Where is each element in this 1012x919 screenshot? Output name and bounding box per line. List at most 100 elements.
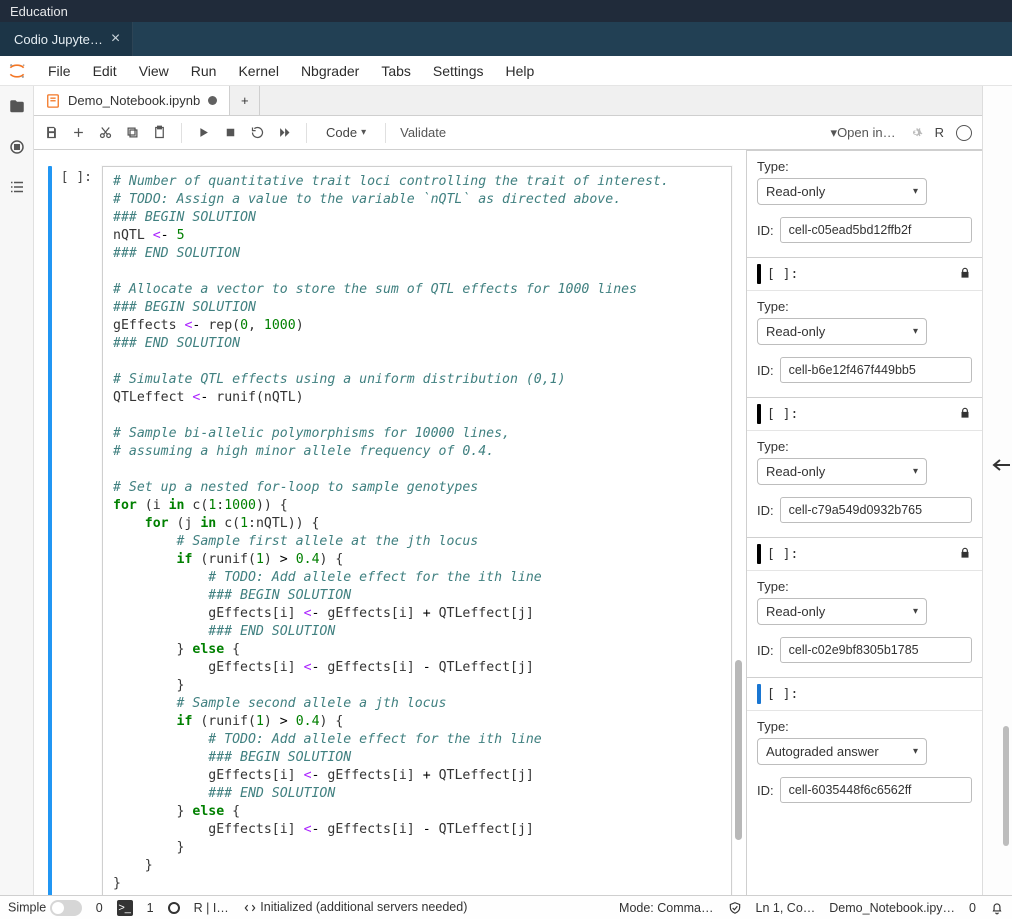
copy-cell-button[interactable] <box>125 125 140 140</box>
nbgrader-card-header[interactable]: [ ]: <box>747 398 982 431</box>
id-label: ID: <box>757 503 774 518</box>
paste-cell-button[interactable] <box>152 125 167 140</box>
id-label: ID: <box>757 643 774 658</box>
cell-editor[interactable]: # Number of quantitative trait loci cont… <box>102 166 732 895</box>
id-label: ID: <box>757 363 774 378</box>
cell-type-value: Code <box>326 125 357 140</box>
nbgrader-card-header[interactable]: [ ]: <box>747 258 982 291</box>
nbgrader-cell-card[interactable]: [ ]: Type: Read-only ▾ ID: cell-b6e12f467f449… <box>747 257 982 397</box>
restart-run-all-button[interactable] <box>277 125 292 140</box>
kernel-status-icon[interactable] <box>956 125 972 141</box>
close-icon[interactable]: × <box>111 31 120 47</box>
type-label: Type: <box>757 299 972 314</box>
jupyter-logo-icon <box>4 58 30 84</box>
main-menu: FileEditViewRunKernelNbgraderTabsSetting… <box>0 56 1012 86</box>
card-prompt: [ ]: <box>767 547 798 562</box>
nbgrader-cell-card[interactable]: Type:Read-only▾ID:cell-c05ead5bd12ffb2f <box>747 150 982 257</box>
card-prompt: [ ]: <box>767 267 798 282</box>
menu-settings[interactable]: Settings <box>423 59 494 83</box>
caret-down-icon: ▾ <box>913 326 918 337</box>
lock-icon <box>958 266 972 283</box>
validate-button[interactable]: Validate <box>400 125 446 140</box>
menu-kernel[interactable]: Kernel <box>228 59 288 83</box>
cell-type-value: Read-only <box>766 324 825 339</box>
status-right-count: 0 <box>969 901 976 915</box>
menu-nbgrader[interactable]: Nbgrader <box>291 59 369 83</box>
app-title: Education <box>10 4 68 19</box>
cell-type-value: Autograded answer <box>766 744 879 759</box>
new-launcher-button[interactable]: + <box>230 86 260 115</box>
menu-view[interactable]: View <box>129 59 179 83</box>
cell-id-field[interactable]: cell-6035448f6c6562ff <box>780 777 972 803</box>
status-filename[interactable]: Demo_Notebook.ipy… <box>829 901 955 915</box>
cell-id-field[interactable]: cell-c02e9bf8305b1785 <box>780 637 972 663</box>
status-left-count: 0 <box>96 901 103 915</box>
run-cell-button[interactable] <box>196 125 211 140</box>
menu-run[interactable]: Run <box>181 59 227 83</box>
cell-id-field[interactable]: cell-b6e12f467f449bb5 <box>780 357 972 383</box>
tab-notebook[interactable]: Demo_Notebook.ipynb <box>34 86 230 115</box>
cell-id-field[interactable]: cell-c79a549d0932b765 <box>780 497 972 523</box>
cell-type-select[interactable]: Autograded answer ▾ <box>757 738 927 765</box>
expand-handle-icon[interactable] <box>986 458 1012 472</box>
insert-cell-button[interactable] <box>71 125 86 140</box>
nbgrader-card-header[interactable]: [ ]: <box>747 538 982 571</box>
cut-cell-button[interactable] <box>98 125 113 140</box>
cell-prompt: [ ]: <box>56 166 98 895</box>
terminal-icon[interactable]: >_ <box>117 900 133 916</box>
caret-down-icon: ▾ <box>913 186 918 197</box>
toc-icon[interactable] <box>8 178 26 196</box>
cell-type-select[interactable]: Read-only ▾ <box>757 318 927 345</box>
editor-mode[interactable]: Mode: Comma… <box>619 901 713 915</box>
caret-down-icon: ▾ <box>913 606 918 617</box>
nbgrader-panel: Type: Read-only ▾ ID: cell-c05ead5bd12ffb2f [… <box>746 150 982 895</box>
codio-tab[interactable]: Codio Jupyte… × <box>0 22 133 56</box>
menu-file[interactable]: File <box>38 59 81 83</box>
menu-tabs[interactable]: Tabs <box>371 59 421 83</box>
cell-selection-indicator <box>48 166 52 895</box>
type-label: Type: <box>757 439 972 454</box>
cell-type-value: Read-only <box>766 464 825 479</box>
cursor-position[interactable]: Ln 1, Co… <box>756 901 816 915</box>
simple-mode-toggle[interactable]: Simple <box>8 900 82 916</box>
gear-icon[interactable] <box>908 125 923 140</box>
cell-type-select[interactable]: Read-only▾ <box>757 178 927 205</box>
interrupt-kernel-button[interactable] <box>223 125 238 140</box>
app-titlebar: Education <box>0 0 1012 22</box>
open-in-menu[interactable]: ▾ Open in… <box>831 125 896 141</box>
notebook-toolbar: Code ▾ Validate ▾ Open in… R <box>34 116 982 150</box>
lsp-status[interactable]: Initialized (additional servers needed) <box>243 900 468 915</box>
code-cell[interactable]: [ ]: # Number of quantitative trait loci… <box>48 166 732 895</box>
cell-type-select[interactable]: Code ▾ <box>321 122 371 143</box>
right-scrollbar[interactable] <box>1003 726 1009 846</box>
notebook-area[interactable]: [ ]: # Number of quantitative trait loci… <box>34 150 746 895</box>
kernel-busy-icon <box>168 902 180 914</box>
nbgrader-cell-card[interactable]: [ ]:Type:Autograded answer▾ID:cell-60354… <box>747 677 982 817</box>
type-label: Type: <box>757 159 972 174</box>
save-button[interactable] <box>44 125 59 140</box>
codio-tab-row: Codio Jupyte… × <box>0 22 1012 56</box>
switch-icon[interactable] <box>50 900 82 916</box>
kernel-name[interactable]: R <box>935 125 944 140</box>
caret-down-icon: ▾ <box>913 746 918 757</box>
trusted-icon[interactable] <box>728 900 742 915</box>
card-prompt: [ ]: <box>767 687 798 702</box>
document-tab-row: Demo_Notebook.ipynb + <box>34 86 982 116</box>
file-browser-icon[interactable] <box>8 98 26 116</box>
status-kernel-name[interactable]: R | I… <box>194 901 229 915</box>
unsaved-dot-icon <box>208 96 217 105</box>
restart-kernel-button[interactable] <box>250 125 265 140</box>
cell-type-select[interactable]: Read-only▾ <box>757 598 927 625</box>
nbgrader-card-header[interactable]: [ ]: <box>747 678 982 711</box>
cell-type-select[interactable]: Read-only▾ <box>757 458 927 485</box>
left-activity-bar <box>0 86 34 895</box>
menu-edit[interactable]: Edit <box>83 59 127 83</box>
nbgrader-cell-card[interactable]: [ ]: Type: Read-only▾ ID: cell-c79a549d0932b… <box>747 397 982 537</box>
notebook-scrollbar[interactable] <box>735 660 742 840</box>
running-kernels-icon[interactable] <box>8 138 26 156</box>
notification-bell-icon[interactable] <box>990 900 1004 915</box>
right-collapsed-panel[interactable] <box>982 86 1012 895</box>
menu-help[interactable]: Help <box>495 59 544 83</box>
cell-id-field[interactable]: cell-c05ead5bd12ffb2f <box>780 217 972 243</box>
nbgrader-cell-card[interactable]: [ ]:Type:Read-only▾ID:cell-c02e9bf8305b1… <box>747 537 982 677</box>
